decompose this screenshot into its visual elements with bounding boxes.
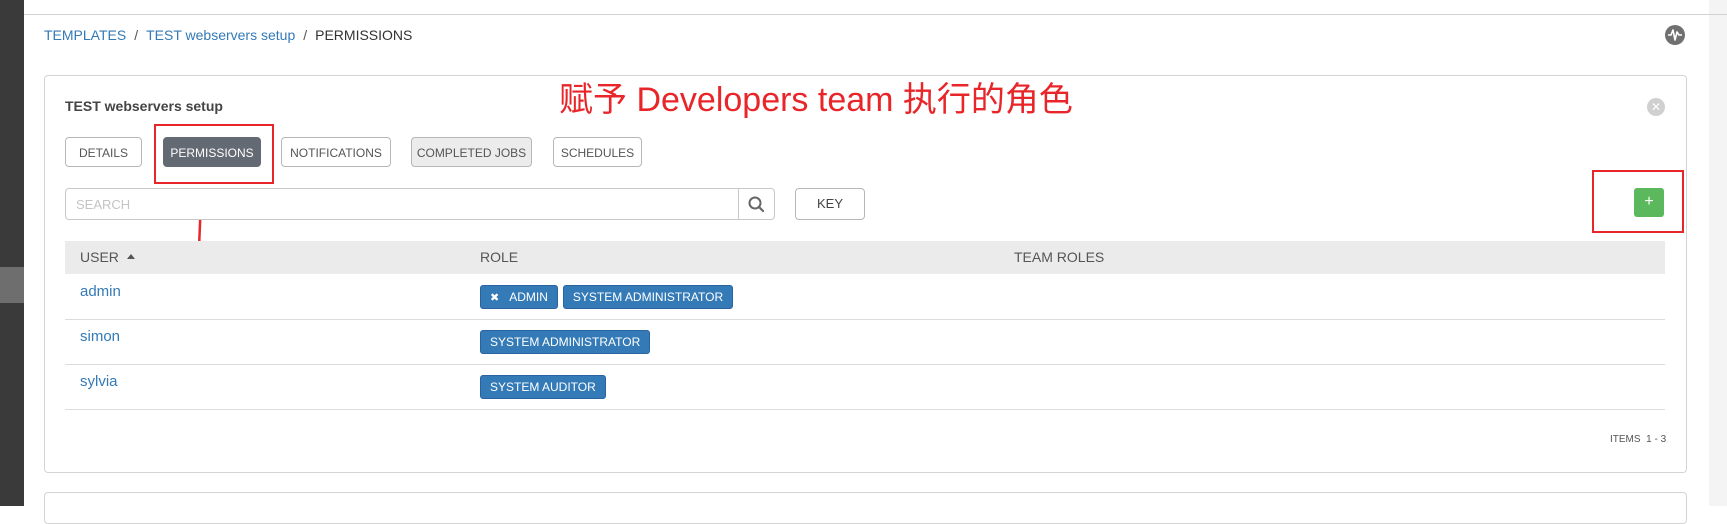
breadcrumb-separator: /: [134, 27, 139, 43]
role-tag: SYSTEM ADMINISTRATOR: [562, 285, 734, 309]
role-list: SYSTEM AUDITOR: [480, 375, 611, 399]
search-icon: [748, 196, 765, 213]
left-nav-bar: [0, 0, 24, 506]
breadcrumb-separator: /: [303, 27, 308, 43]
highlight-box-permissions: [154, 124, 274, 184]
top-divider: [24, 14, 1727, 15]
role-tag: SYSTEM ADMINISTRATOR: [480, 330, 651, 354]
user-link[interactable]: simon: [80, 328, 120, 345]
breadcrumb-current: PERMISSIONS: [315, 27, 413, 43]
column-user-label: USER: [80, 249, 119, 265]
pagination-range: 1 - 3: [1646, 434, 1667, 445]
search-box: [65, 188, 775, 220]
column-team-roles: TEAM ROLES: [1014, 249, 1105, 265]
close-icon[interactable]: ✕: [1647, 98, 1665, 116]
tab-schedules[interactable]: SCHEDULES: [553, 137, 642, 167]
table-row: sylvia SYSTEM AUDITOR: [65, 364, 1665, 410]
breadcrumb-template-name[interactable]: TEST webservers setup: [146, 27, 295, 43]
column-user[interactable]: USER: [80, 241, 135, 274]
sort-ascending-icon: [126, 254, 135, 259]
pagination-count: ITEMS 1 - 3: [1610, 434, 1666, 445]
role-tag-label: SYSTEM AUDITOR: [490, 380, 596, 394]
table-header: USER ROLE TEAM ROLES: [65, 241, 1665, 274]
tab-details[interactable]: DETAILS: [65, 137, 142, 167]
tab-completed-jobs[interactable]: COMPLETED JOBS: [411, 137, 532, 167]
breadcrumb: TEMPLATES / TEST webservers setup / PERMISSI…: [44, 27, 412, 43]
role-tag-label: SYSTEM ADMINISTRATOR: [572, 290, 724, 304]
role-tag-label: ADMIN: [509, 290, 548, 304]
breadcrumb-templates[interactable]: TEMPLATES: [44, 27, 126, 43]
role-tag: SYSTEM AUDITOR: [480, 375, 606, 399]
pagination-label: ITEMS: [1610, 434, 1641, 445]
search-button[interactable]: [738, 189, 774, 219]
table-row: simon SYSTEM ADMINISTRATOR: [65, 319, 1665, 365]
user-link[interactable]: sylvia: [80, 373, 118, 390]
role-list: SYSTEM ADMINISTRATOR: [480, 330, 655, 354]
search-input[interactable]: [66, 189, 738, 219]
user-link[interactable]: admin: [80, 283, 121, 300]
remove-role-icon[interactable]: ✖: [490, 292, 499, 304]
role-tag: ✖ ADMIN: [480, 285, 558, 309]
panel-title: TEST webservers setup: [65, 98, 223, 114]
annotation-text: 赋予 Developers team 执行的角色: [559, 81, 1073, 119]
role-tag-label: SYSTEM ADMINISTRATOR: [490, 335, 641, 349]
tab-notifications[interactable]: NOTIFICATIONS: [281, 137, 391, 167]
column-role: ROLE: [480, 249, 519, 265]
left-nav-active-marker[interactable]: [0, 267, 24, 303]
add-permission-button[interactable]: +: [1634, 188, 1664, 217]
table-row: admin ✖ ADMIN SYSTEM ADMINISTRATOR: [65, 274, 1665, 320]
activity-stream-icon[interactable]: [1665, 25, 1685, 45]
right-scroll-strip: [1709, 0, 1727, 506]
secondary-panel: [44, 492, 1687, 524]
key-button[interactable]: KEY: [795, 188, 865, 220]
role-list: ✖ ADMIN SYSTEM ADMINISTRATOR: [480, 285, 738, 309]
